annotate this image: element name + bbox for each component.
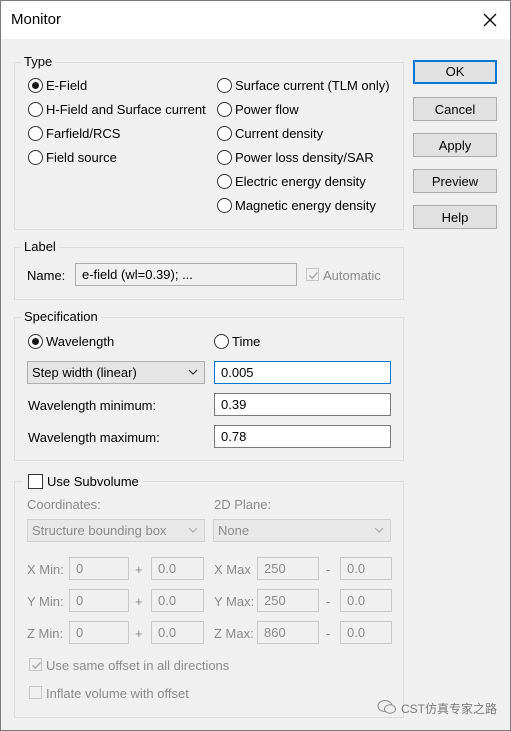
z-min-label: Z Min:: [27, 626, 64, 641]
x-max-field[interactable]: 250: [257, 557, 319, 580]
wavelength-min-field[interactable]: 0.39: [214, 393, 391, 416]
use-subvolume-label: Use Subvolume: [47, 474, 139, 489]
step-mode-value: Step width (linear): [32, 365, 137, 380]
z-max-label: Z Max:: [214, 626, 254, 641]
radio-label-farfield: Farfield/RCS: [46, 126, 121, 141]
chevron-down-icon: [188, 369, 198, 375]
coordinates-value: Structure bounding box: [32, 523, 167, 538]
y-max-minus: -: [326, 594, 331, 609]
radio-label-field-source: Field source: [46, 150, 117, 165]
watermark-text: CST仿真专家之路: [401, 702, 498, 716]
wechat-icon: [377, 699, 397, 715]
wavelength-max-field[interactable]: 0.78: [214, 425, 391, 448]
radio-label-surface-current: Surface current (TLM only): [235, 78, 390, 93]
inflate-checkbox[interactable]: [29, 686, 42, 699]
radio-label-power-flow: Power flow: [235, 102, 299, 117]
y-min-offset-field[interactable]: 0.0: [151, 589, 204, 612]
x-max-label: X Max: [214, 562, 251, 577]
radio-surface-current[interactable]: [217, 78, 232, 93]
x-min-label: X Min:: [27, 562, 64, 577]
same-offset-checkbox[interactable]: [29, 658, 42, 671]
y-max-label: Y Max:: [214, 594, 255, 609]
radio-wavelength[interactable]: [28, 334, 43, 349]
coordinates-dropdown[interactable]: Structure bounding box: [27, 519, 205, 542]
radio-h-field[interactable]: [28, 102, 43, 117]
automatic-label: Automatic: [323, 268, 381, 283]
inflate-label: Inflate volume with offset: [46, 686, 189, 701]
wavelength-min-label: Wavelength minimum:: [28, 398, 157, 413]
plane-dropdown[interactable]: None: [213, 519, 391, 542]
same-offset-label: Use same offset in all directions: [46, 658, 230, 673]
y-min-label: Y Min:: [27, 594, 64, 609]
x-min-field[interactable]: 0: [69, 557, 129, 580]
radio-time[interactable]: [214, 334, 229, 349]
plane-value: None: [218, 523, 250, 538]
preview-button[interactable]: Preview: [413, 169, 497, 193]
label-group-title: Label: [21, 239, 59, 254]
radio-label-current-density: Current density: [235, 126, 324, 141]
specification-group-title: Specification: [21, 309, 101, 324]
plane-label: 2D Plane:: [214, 497, 272, 512]
z-max-offset-field[interactable]: 0.0: [340, 621, 392, 644]
z-min-plus: +: [135, 626, 143, 641]
y-min-field[interactable]: 0: [69, 589, 129, 612]
chevron-down-icon: [374, 527, 384, 533]
ok-button[interactable]: OK: [413, 60, 497, 84]
type-group-title: Type: [21, 54, 56, 69]
radio-label-h-field: H-Field and Surface current: [46, 102, 206, 117]
x-min-plus: +: [135, 562, 143, 577]
radio-current-density[interactable]: [217, 126, 232, 141]
step-mode-dropdown[interactable]: Step width (linear): [27, 361, 205, 384]
automatic-checkbox[interactable]: [306, 268, 319, 281]
y-max-offset-field[interactable]: 0.0: [340, 589, 392, 612]
x-max-offset-field[interactable]: 0.0: [340, 557, 392, 580]
y-min-plus: +: [135, 594, 143, 609]
cancel-button[interactable]: Cancel: [413, 97, 497, 121]
coordinates-label: Coordinates:: [27, 497, 101, 512]
radio-farfield[interactable]: [28, 126, 43, 141]
apply-button[interactable]: Apply: [413, 133, 497, 157]
z-max-minus: -: [326, 626, 331, 641]
monitor-dialog: Monitor OK Cancel Apply Preview Help Typ…: [0, 0, 511, 731]
radio-label-power-loss: Power loss density/SAR: [235, 150, 374, 165]
radio-label-electric-energy: Electric energy density: [235, 174, 366, 189]
z-min-offset-field[interactable]: 0.0: [151, 621, 204, 644]
radio-label-time: Time: [232, 334, 261, 349]
help-button[interactable]: Help: [413, 205, 497, 229]
name-field[interactable]: e-field (wl=0.39); ...: [75, 263, 297, 286]
title-bar: Monitor: [1, 1, 510, 39]
close-icon[interactable]: [475, 7, 505, 33]
z-max-field[interactable]: 860: [257, 621, 319, 644]
x-min-offset-field[interactable]: 0.0: [151, 557, 204, 580]
use-subvolume-checkbox[interactable]: [28, 474, 43, 489]
wavelength-max-label: Wavelength maximum:: [28, 430, 160, 445]
z-min-field[interactable]: 0: [69, 621, 129, 644]
radio-magnetic-energy[interactable]: [217, 198, 232, 213]
radio-label-e-field: E-Field: [46, 78, 88, 93]
radio-power-loss[interactable]: [217, 150, 232, 165]
radio-label-magnetic-energy: Magnetic energy density: [235, 198, 376, 213]
y-max-field[interactable]: 250: [257, 589, 319, 612]
chevron-down-icon: [188, 527, 198, 533]
radio-label-wavelength: Wavelength: [46, 334, 115, 349]
radio-e-field[interactable]: [28, 78, 43, 93]
radio-power-flow[interactable]: [217, 102, 232, 117]
name-label: Name:: [27, 268, 66, 283]
x-max-minus: -: [326, 562, 331, 577]
window-title: Monitor: [11, 11, 62, 28]
step-width-field[interactable]: 0.005: [214, 361, 391, 384]
radio-electric-energy[interactable]: [217, 174, 232, 189]
radio-field-source[interactable]: [28, 150, 43, 165]
